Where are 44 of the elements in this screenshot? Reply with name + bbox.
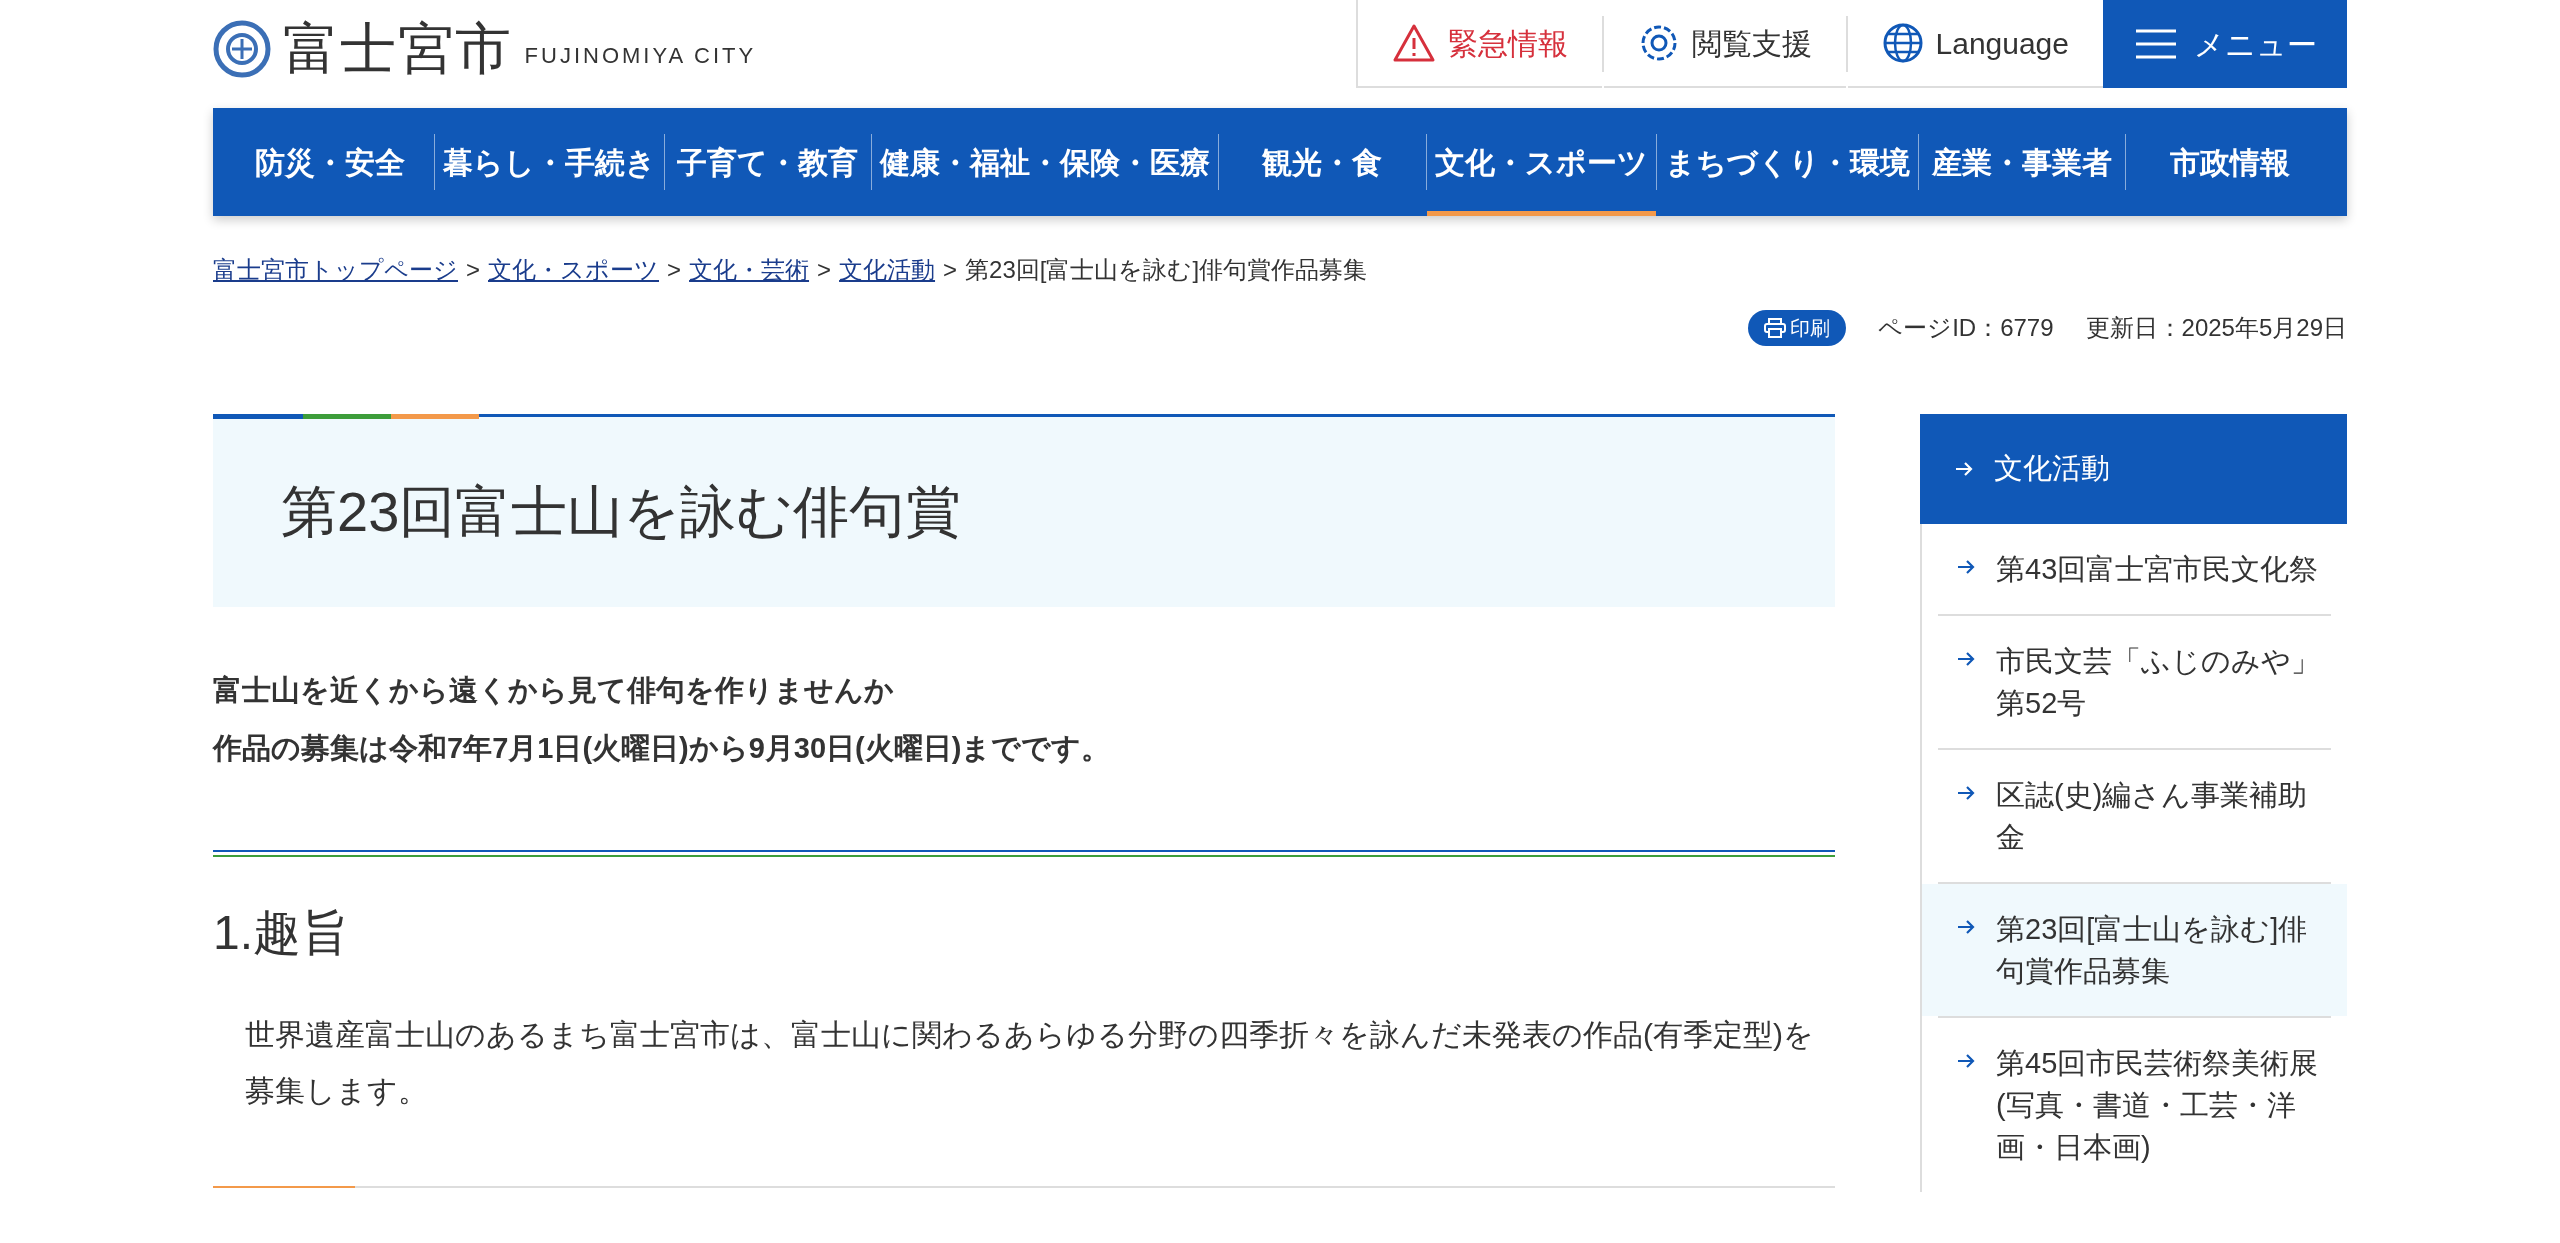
site-logo-text[interactable]: 富士宮市 xyxy=(283,21,513,77)
sidebar-item[interactable]: 市民文芸「ふじのみや」第52号 xyxy=(1922,616,2347,749)
breadcrumb-link[interactable]: 文化活動 xyxy=(839,252,936,288)
breadcrumb-separator: > xyxy=(943,255,958,285)
page-title: 第23回富士山を詠む俳句賞 xyxy=(281,479,962,545)
global-nav-item[interactable]: 観光・食 xyxy=(1219,108,1426,216)
global-nav-item[interactable]: まちづくり・環境 xyxy=(1656,108,1918,216)
warning-icon xyxy=(1391,23,1436,63)
global-nav-item[interactable]: 文化・スポーツ xyxy=(1426,108,1656,216)
breadcrumb-current: 第23回[富士山を詠む]俳句賞作品募集 xyxy=(965,255,1368,285)
breadcrumb-link[interactable]: 文化・芸術 xyxy=(689,252,810,288)
globe-icon xyxy=(1881,22,1924,64)
breadcrumb-separator: > xyxy=(466,255,480,285)
arrow-icon xyxy=(1956,558,1976,576)
printer-icon xyxy=(1764,318,1787,338)
global-nav-item[interactable]: 健康・福祉・保険・医療 xyxy=(872,108,1219,216)
sidebar-item[interactable]: 第43回富士宮市民文化祭 xyxy=(1922,524,2347,615)
breadcrumb-link[interactable]: 富士宮市トップページ xyxy=(213,252,458,288)
global-nav-item[interactable]: 産業・事業者 xyxy=(1918,108,2126,216)
global-nav-item[interactable]: 暮らし・手続き xyxy=(434,108,664,216)
global-nav-item[interactable]: 市政情報 xyxy=(2126,108,2333,216)
lead-text: 富士山を近くから遠くから見て俳句を作りませんか xyxy=(213,673,895,708)
section-body: 世界遺産富士山のあるまち富士宮市は、富士山に関わるあらゆる分野の四季折々を詠んだ未発表の作品(有季定型)を募集します。 xyxy=(244,1017,1815,1109)
section-heading: 1.趣旨 xyxy=(213,905,351,961)
sidebar-item[interactable]: 第45回市民芸術祭美術展(写真・書道・工芸・洋画・日本画) xyxy=(1922,1018,2347,1193)
sidebar-heading-link[interactable]: 文化活動 xyxy=(1920,414,2347,524)
menu-icon xyxy=(2133,28,2178,60)
emergency-link[interactable]: 緊急情報 xyxy=(1355,0,1602,88)
breadcrumb-link[interactable]: 文化・スポーツ xyxy=(488,252,659,288)
site-logo-subtext: FUJINOMIYA CITY xyxy=(524,41,757,70)
sidebar-item[interactable]: 区誌(史)編さん事業補助金 xyxy=(1922,750,2347,883)
global-nav-item[interactable]: 子育て・教育 xyxy=(664,108,872,216)
sidebar-item[interactable]: 第23回[富士山を詠む]俳句賞作品募集 xyxy=(1922,884,2347,1017)
print-button[interactable]: 印刷 xyxy=(1748,310,1847,346)
global-nav-item[interactable]: 防災・安全 xyxy=(227,108,434,216)
updated-date: 更新日：2025年5月29日 xyxy=(2085,313,2347,343)
arrow-icon xyxy=(1954,460,1974,478)
lead-text: 作品の募集は令和7年7月1日(火曜日)から9月30日(火曜日)までです。 xyxy=(213,730,1112,766)
page-id: ページID：6779 xyxy=(1878,313,2054,343)
city-emblem-icon xyxy=(213,20,271,78)
breadcrumb-separator: > xyxy=(667,255,682,285)
breadcrumb-separator: > xyxy=(817,255,832,285)
accessibility-link[interactable]: 閲覧支援 xyxy=(1603,0,1846,88)
menu-button[interactable]: メニュー xyxy=(2103,0,2347,88)
